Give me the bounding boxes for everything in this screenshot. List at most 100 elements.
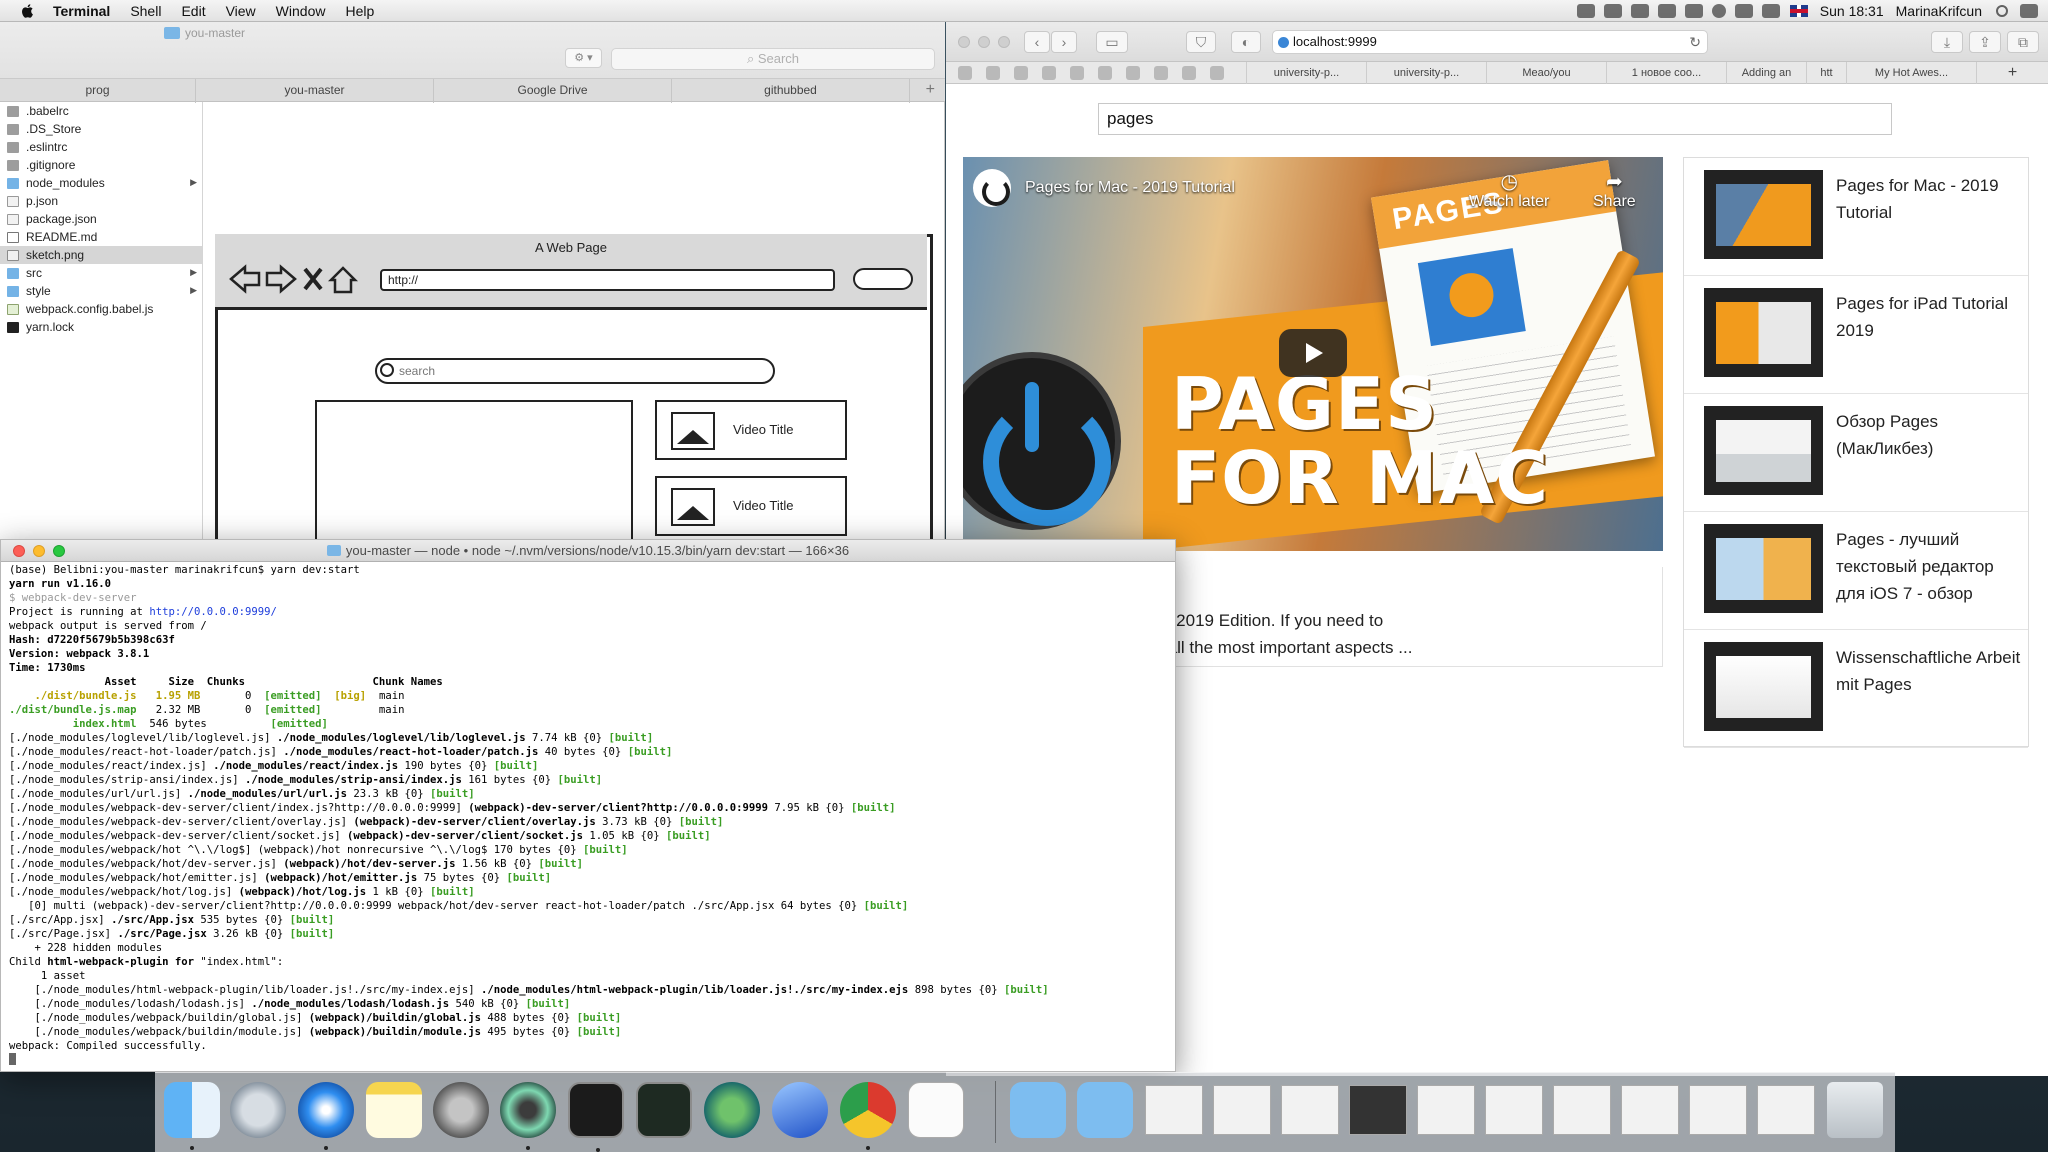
trash-icon[interactable]: [1827, 1082, 1883, 1138]
bookmark-favicon-icon[interactable]: [1070, 66, 1084, 80]
minimized-window-thumbnail[interactable]: [1485, 1085, 1543, 1135]
related-video-title[interactable]: Pages - лучший текстовый редактор для iO…: [1836, 526, 2022, 607]
zoom-button[interactable]: [53, 545, 65, 557]
bookmark-item[interactable]: htt: [1806, 62, 1846, 84]
menu-app-terminal[interactable]: Terminal: [53, 0, 110, 22]
related-video-title[interactable]: Pages for iPad Tutorial 2019: [1836, 290, 2022, 344]
bookmark-item[interactable]: Meao/you: [1486, 62, 1606, 84]
menu-shell[interactable]: Shell: [130, 0, 161, 22]
file-row[interactable]: package.json: [0, 210, 202, 228]
notification-center-icon[interactable]: [2020, 4, 2038, 18]
bookmark-favicon-icon[interactable]: [986, 66, 1000, 80]
bookmark-item[interactable]: university-p...: [1246, 62, 1366, 84]
menu-view[interactable]: View: [226, 0, 256, 22]
video-player[interactable]: PAGES PAGES FOR MAC Pages for Mac - 2019…: [963, 157, 1663, 551]
minimized-window-thumbnail[interactable]: [1417, 1085, 1475, 1135]
terminal-icon[interactable]: [568, 1082, 624, 1152]
evernote-icon[interactable]: [1630, 4, 1649, 18]
video-thumbnail[interactable]: [1704, 406, 1823, 495]
tab-prog[interactable]: prog: [0, 79, 196, 103]
bookmark-item[interactable]: My Hot Awes...: [1846, 62, 1976, 84]
add-tab-button[interactable]: +: [910, 79, 945, 101]
video-thumbnail[interactable]: [1704, 288, 1823, 377]
input-source-flag-icon[interactable]: [1789, 5, 1808, 17]
bookmark-favicon-icon[interactable]: [1042, 66, 1056, 80]
file-row[interactable]: .eslintrc: [0, 138, 202, 156]
downloads-icon[interactable]: ⤓: [1931, 31, 1963, 53]
tab-you-master[interactable]: you-master: [196, 79, 434, 103]
video-thumbnail[interactable]: [1704, 170, 1823, 259]
file-row[interactable]: .babelrc: [0, 102, 202, 120]
close-button[interactable]: [13, 545, 25, 557]
palm-icon[interactable]: [704, 1082, 760, 1138]
minimized-window-thumbnail[interactable]: [1553, 1085, 1611, 1135]
minimized-window-thumbnail[interactable]: [1213, 1085, 1271, 1135]
dropbox-icon[interactable]: [1603, 4, 1622, 18]
bookmark-favicon-icon[interactable]: [1126, 66, 1140, 80]
clock-icon[interactable]: [1711, 4, 1726, 18]
atom-icon[interactable]: [500, 1082, 556, 1150]
related-video-item[interactable]: Pages for iPad Tutorial 2019: [1684, 276, 2028, 394]
tab-google-drive[interactable]: Google Drive: [434, 79, 672, 103]
downloads-folder-icon[interactable]: [1010, 1082, 1066, 1138]
new-tab-button[interactable]: +: [1976, 62, 2048, 84]
video-search-input[interactable]: pages: [1098, 103, 1892, 135]
textedit-icon[interactable]: [908, 1082, 964, 1138]
related-video-item[interactable]: Wissenschaftliche Arbeit mit Pages: [1684, 630, 2028, 748]
spotlight-icon[interactable]: [1996, 5, 2008, 17]
extension-shield-icon[interactable]: ⛉: [1186, 31, 1216, 53]
related-video-item[interactable]: Pages for Mac - 2019 Tutorial: [1684, 158, 2028, 276]
file-row[interactable]: yarn.lock: [0, 318, 202, 336]
file-row[interactable]: node_modules ▶: [0, 174, 202, 192]
minimized-window-thumbnail[interactable]: [1145, 1085, 1203, 1135]
file-row[interactable]: webpack.config.babel.js: [0, 300, 202, 318]
tab-githubbed[interactable]: githubbed: [672, 79, 910, 103]
play-button[interactable]: [1279, 329, 1347, 377]
cloud-icon[interactable]: [1576, 4, 1595, 18]
menu-edit[interactable]: Edit: [181, 0, 205, 22]
documents-folder-icon[interactable]: [1077, 1082, 1133, 1138]
minimize-button[interactable]: [33, 545, 45, 557]
menubar-clock[interactable]: Sun 18:31: [1820, 0, 1884, 22]
drive-icon[interactable]: [1657, 4, 1676, 18]
related-video-title[interactable]: Обзор Pages (МакЛикбез): [1836, 408, 2022, 462]
share-button[interactable]: ➦ Share: [1593, 169, 1636, 211]
bookmark-item[interactable]: university-p...: [1366, 62, 1486, 84]
watch-later-button[interactable]: ◷ Watch later: [1469, 169, 1549, 211]
close-button[interactable]: [958, 36, 970, 48]
forward-button[interactable]: ›: [1051, 31, 1077, 53]
bookmark-favicon-icon[interactable]: [1154, 66, 1168, 80]
safari-icon[interactable]: [298, 1082, 354, 1150]
disclosure-arrow-icon[interactable]: ▶: [190, 267, 197, 278]
disclosure-arrow-icon[interactable]: ▶: [190, 177, 197, 188]
notes-icon[interactable]: [366, 1082, 422, 1138]
bookmark-item[interactable]: Adding an: [1726, 62, 1806, 84]
bluetooth-icon[interactable]: [1734, 4, 1753, 18]
bookmark-item[interactable]: 1 новое соо...: [1606, 62, 1726, 84]
file-row[interactable]: p.json: [0, 192, 202, 210]
screen-icon[interactable]: [1684, 4, 1703, 18]
tabs-overview-icon[interactable]: ⧉: [2007, 31, 2039, 53]
minimized-window-thumbnail[interactable]: [1281, 1085, 1339, 1135]
video-title-overlay[interactable]: Pages for Mac - 2019 Tutorial: [1025, 179, 1235, 197]
terminal-output[interactable]: (base) Belibni:you-master marinakrifcun$…: [9, 563, 1169, 1069]
sidebar-toggle-icon[interactable]: ▭: [1096, 31, 1128, 53]
disclosure-arrow-icon[interactable]: ▶: [190, 285, 197, 296]
menu-help[interactable]: Help: [345, 0, 374, 22]
channel-avatar[interactable]: [973, 169, 1011, 207]
bookmark-favicon-icon[interactable]: [1182, 66, 1196, 80]
minimized-window-thumbnail[interactable]: [1621, 1085, 1679, 1135]
file-row[interactable]: sketch.png: [0, 246, 202, 264]
related-video-item[interactable]: Pages - лучший текстовый редактор для iO…: [1684, 512, 2028, 630]
activity-monitor-icon[interactable]: [636, 1082, 692, 1138]
apple-menu-icon[interactable]: [20, 2, 36, 19]
file-row[interactable]: src ▶: [0, 264, 202, 282]
bookmark-favicon-icon[interactable]: [1210, 66, 1224, 80]
menu-window[interactable]: Window: [276, 0, 326, 22]
wifi-icon[interactable]: [1761, 4, 1780, 18]
minimized-window-thumbnail[interactable]: [1689, 1085, 1747, 1135]
system-preferences-icon[interactable]: [433, 1082, 489, 1138]
minimized-window-thumbnail[interactable]: [1349, 1085, 1407, 1135]
video-thumbnail[interactable]: [1704, 524, 1823, 613]
chrome-icon[interactable]: [840, 1082, 896, 1150]
